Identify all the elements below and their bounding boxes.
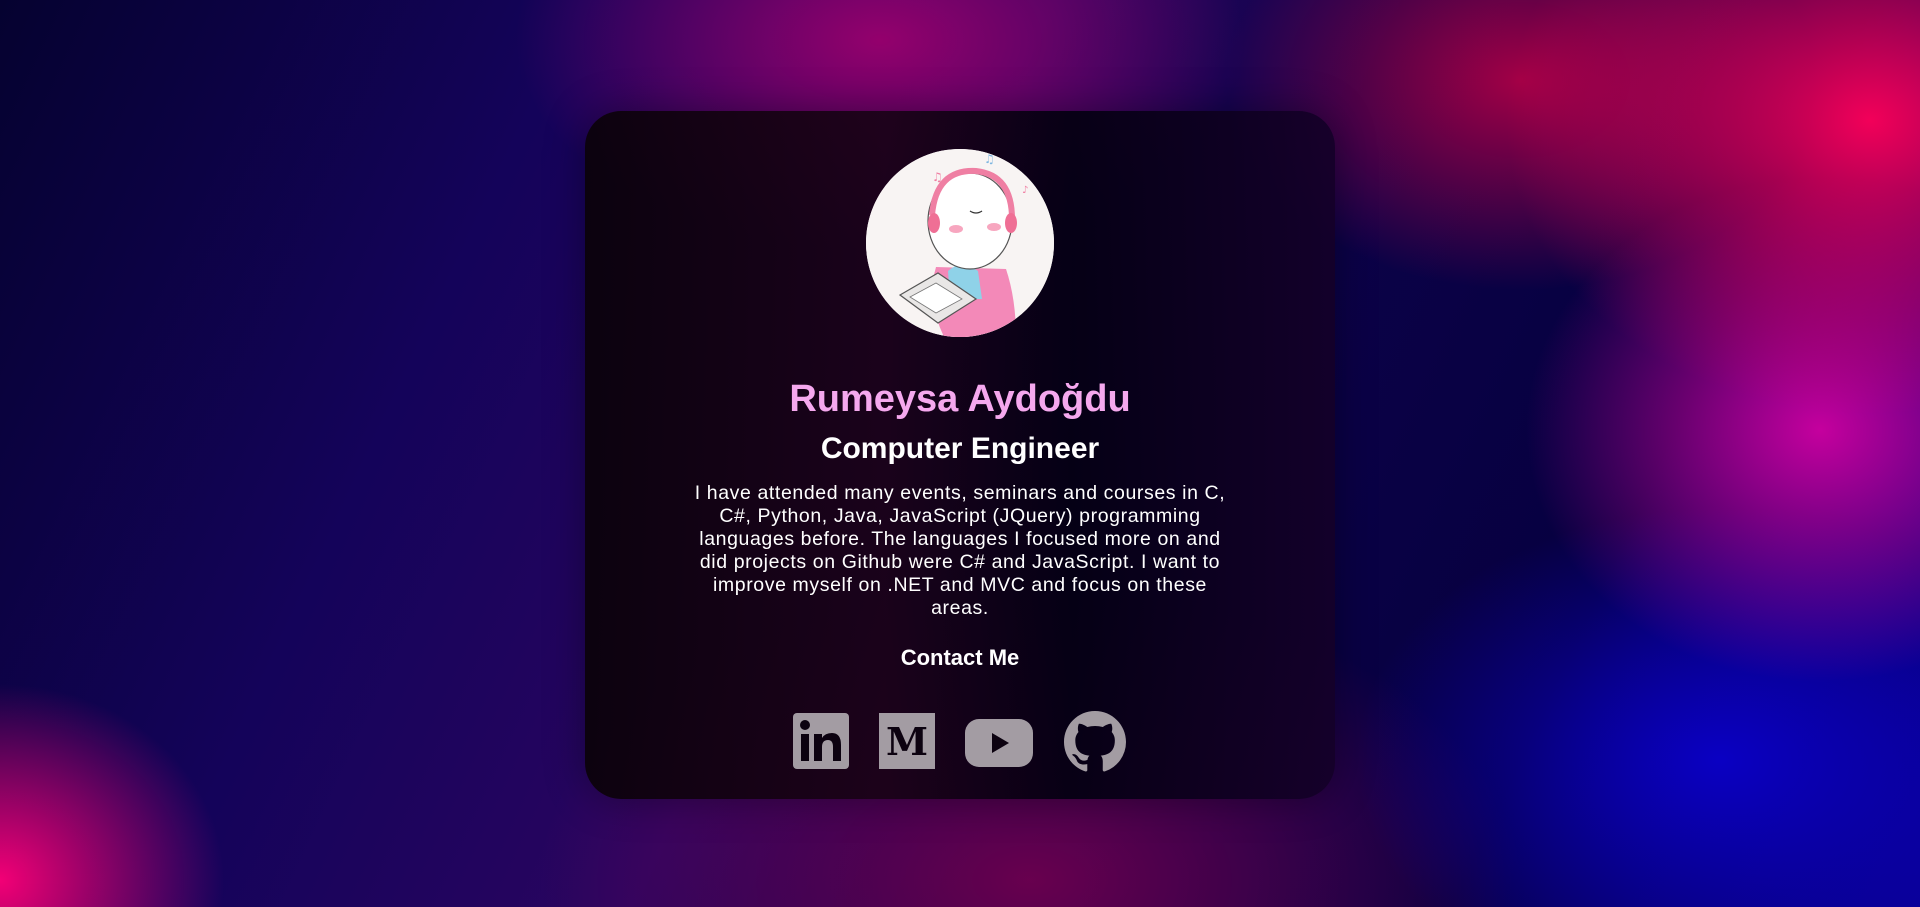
linkedin-link[interactable] [793,713,849,769]
page-background: { "profile": { "name": "Rumeysa Aydoğdu"… [0,0,1920,907]
social-links: M [585,709,1335,773]
github-link[interactable] [1064,711,1126,773]
profile-bio: I have attended many events, seminars an… [694,482,1226,619]
linkedin-icon [793,713,849,769]
profile-title: Computer Engineer [820,432,1100,465]
svg-text:♫: ♫ [984,152,995,166]
avatar: ♫ ♫ ♪ [866,149,1054,337]
medium-link[interactable]: M [879,713,935,769]
github-icon [1064,711,1126,772]
svg-text:M: M [886,719,928,764]
youtube-icon [965,719,1033,767]
youtube-link[interactable] [965,719,1033,767]
avatar-illustration: ♫ ♫ ♪ [866,149,1054,337]
svg-text:♫: ♫ [932,170,943,184]
medium-icon: M [879,713,935,769]
contact-heading: Contact Me [900,645,1020,670]
profile-name: Rumeysa Aydoğdu [789,378,1131,420]
profile-card: ♫ ♫ ♪ Rumeysa Aydoğdu Computer Engineer … [585,111,1335,799]
svg-text:♪: ♪ [1022,185,1028,196]
